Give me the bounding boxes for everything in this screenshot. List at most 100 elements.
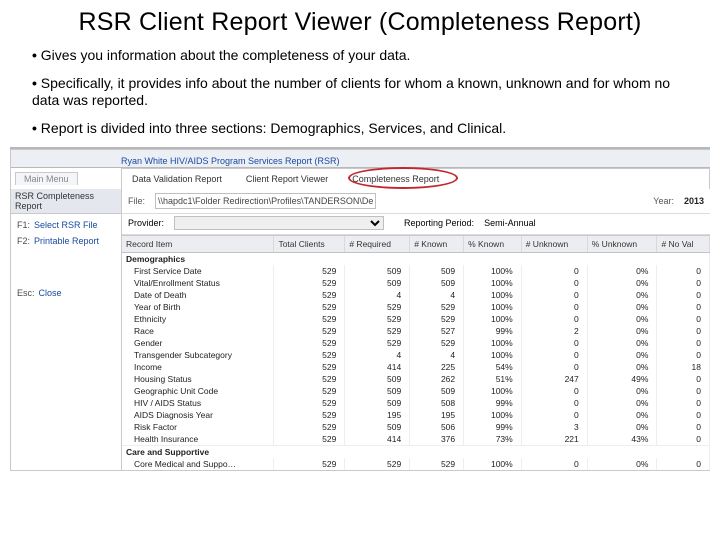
cell: Transgender Subcategory [122,349,274,361]
section-row: Care and Supportive [122,446,710,459]
cell: 0% [587,337,657,349]
column-header[interactable]: # Unknown [521,236,587,253]
table-row[interactable]: Vital/Enrollment Status529509509100%00%0 [122,277,710,289]
table-row[interactable]: Gender529529529100%00%0 [122,337,710,349]
cell: 529 [274,385,345,397]
cell: 0 [657,421,710,433]
table-row[interactable]: HIV / AIDS Status52950950899%00%0 [122,397,710,409]
cell: 100% [464,385,522,397]
cell: 0 [521,277,587,289]
cell: 0 [657,313,710,325]
column-header[interactable]: % Known [464,236,522,253]
window-titlebar-area: Ryan White HIV/AIDS Program Services Rep… [11,150,710,168]
cell: 529 [274,301,345,313]
cell: 529 [274,397,345,409]
cell: 376 [410,433,464,446]
cell: 0% [587,265,657,277]
table-row[interactable]: Risk Factor52950950699%30%0 [122,421,710,433]
cell: 509 [345,373,410,385]
cell: 0 [657,265,710,277]
cell: 100% [464,301,522,313]
file-input[interactable] [155,193,376,209]
cell: 529 [410,337,464,349]
provider-label: Provider: [128,218,164,228]
cell: 506 [410,421,464,433]
cell: HIV / AIDS Status [122,397,274,409]
cell: 195 [410,409,464,421]
cell: 529 [274,373,345,385]
cell: 100% [464,265,522,277]
provider-select[interactable] [174,216,384,230]
cell: 0 [657,325,710,337]
cell: 529 [274,349,345,361]
shortcut-key: Esc: [17,288,35,298]
table-row[interactable]: Core Medical and Suppo…529529529100%00%0 [122,458,710,470]
bullet-item: Gives you information about the complete… [32,47,688,65]
cell: 529 [345,458,410,470]
cell: Housing Status [122,373,274,385]
cell: 0 [657,397,710,409]
table-row[interactable]: Year of Birth529529529100%00%0 [122,301,710,313]
cell: 0 [521,313,587,325]
shortcut-printable-report[interactable]: F2: Printable Report [17,236,115,246]
table-row[interactable]: First Service Date529509509100%00%0 [122,265,710,277]
column-header[interactable]: % Unknown [587,236,657,253]
cell: 0 [521,397,587,409]
cell: 2 [521,325,587,337]
cell: 0 [521,385,587,397]
cell: 509 [345,265,410,277]
shortcut-select-file[interactable]: F1: Select RSR File [17,220,115,230]
cell: 3 [521,421,587,433]
cell: 0 [657,385,710,397]
cell: 225 [410,361,464,373]
cell: 509 [410,265,464,277]
cell: 509 [345,277,410,289]
shortcut-key: F1: [17,220,30,230]
cell: 0 [657,409,710,421]
cell: 0 [657,349,710,361]
cell: 0% [587,325,657,337]
cell: 0% [587,277,657,289]
table-row[interactable]: Transgender Subcategory52944100%00%0 [122,349,710,361]
table-row[interactable]: Ethnicity529529529100%00%0 [122,313,710,325]
tab-completeness-report[interactable]: Completeness Report [348,173,443,185]
cell: 529 [274,409,345,421]
main-menu-tab[interactable]: Main Menu [15,172,78,185]
period-label: Reporting Period: [404,218,474,228]
table-row[interactable]: Geographic Unit Code529509509100%00%0 [122,385,710,397]
table-row[interactable]: Date of Death52944100%00%0 [122,289,710,301]
table-row[interactable]: AIDS Diagnosis Year529195195100%00%0 [122,409,710,421]
tab-client-report-viewer[interactable]: Client Report Viewer [242,173,332,185]
cell: First Service Date [122,265,274,277]
cell: 99% [464,421,522,433]
table-row[interactable]: Health Insurance52941437673%22143%0 [122,433,710,446]
cell: 0% [587,409,657,421]
shortcut-label: Printable Report [34,236,99,246]
cell: 0 [521,265,587,277]
cell: 18 [657,361,710,373]
cell: 529 [274,458,345,470]
cell: 0 [657,373,710,385]
table-row[interactable]: Race52952952799%20%0 [122,325,710,337]
cell: 0 [657,433,710,446]
column-header[interactable]: # Known [410,236,464,253]
cell: 49% [587,373,657,385]
column-header[interactable]: Record Item [122,236,274,253]
cell: 0% [587,301,657,313]
table-row[interactable]: Housing Status52950926251%24749%0 [122,373,710,385]
completeness-grid: Record ItemTotal Clients# Required# Know… [122,235,710,470]
cell: 529 [345,301,410,313]
cell: 529 [410,458,464,470]
column-header[interactable]: Total Clients [274,236,345,253]
cell: 529 [345,313,410,325]
bullet-item: Report is divided into three sections: D… [32,120,688,138]
cell: 0% [587,361,657,373]
table-row[interactable]: Income52941422554%00%18 [122,361,710,373]
tab-data-validation-report[interactable]: Data Validation Report [128,173,226,185]
cell: Year of Birth [122,301,274,313]
cell: 529 [274,337,345,349]
column-header[interactable]: # Required [345,236,410,253]
cell: 262 [410,373,464,385]
shortcut-close[interactable]: Esc: Close [17,288,115,298]
column-header[interactable]: # No Val [657,236,710,253]
